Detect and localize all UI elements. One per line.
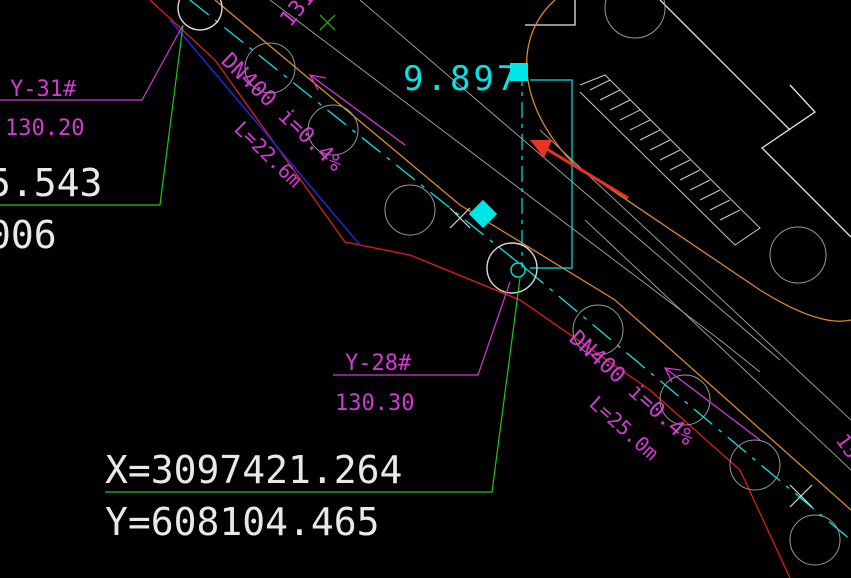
manhole-y28-elevation: 130.30 — [335, 391, 414, 416]
building-outline — [525, 0, 851, 238]
manhole-y31-x-coord: 5.543 — [0, 161, 102, 205]
manhole-y28-id: Y-28# — [345, 351, 412, 376]
partial-right-number: 13 — [831, 429, 851, 463]
manhole-y31[interactable] — [177, 0, 223, 31]
manhole-y28-inner — [510, 262, 526, 278]
elevation-value[interactable]: 9.897 — [403, 59, 520, 99]
manholes — [177, 0, 538, 294]
red-pointer-arrow — [530, 140, 629, 200]
partial-top-number: 131 — [275, 0, 320, 32]
elevation-dimension — [521, 70, 573, 269]
manhole-y31-elevation: 130.20 — [5, 116, 84, 141]
cross-markers — [319, 14, 813, 508]
elevation-marker-mid[interactable] — [468, 199, 498, 229]
manhole-y31-id: Y-31# — [10, 77, 77, 102]
blue-pipe-edge — [169, 19, 361, 246]
manhole-y28-y-coord: Y=608104.465 — [105, 500, 380, 544]
manhole-y31-y-coord: 006 — [0, 213, 57, 257]
stair-hatch — [579, 74, 761, 246]
cad-drawing-canvas[interactable]: 131 DN400 i=0.4% L=22.6m DN400 i=0.4% L=… — [0, 0, 851, 578]
manhole-y28-x-coord: X=3097421.264 — [105, 448, 402, 492]
